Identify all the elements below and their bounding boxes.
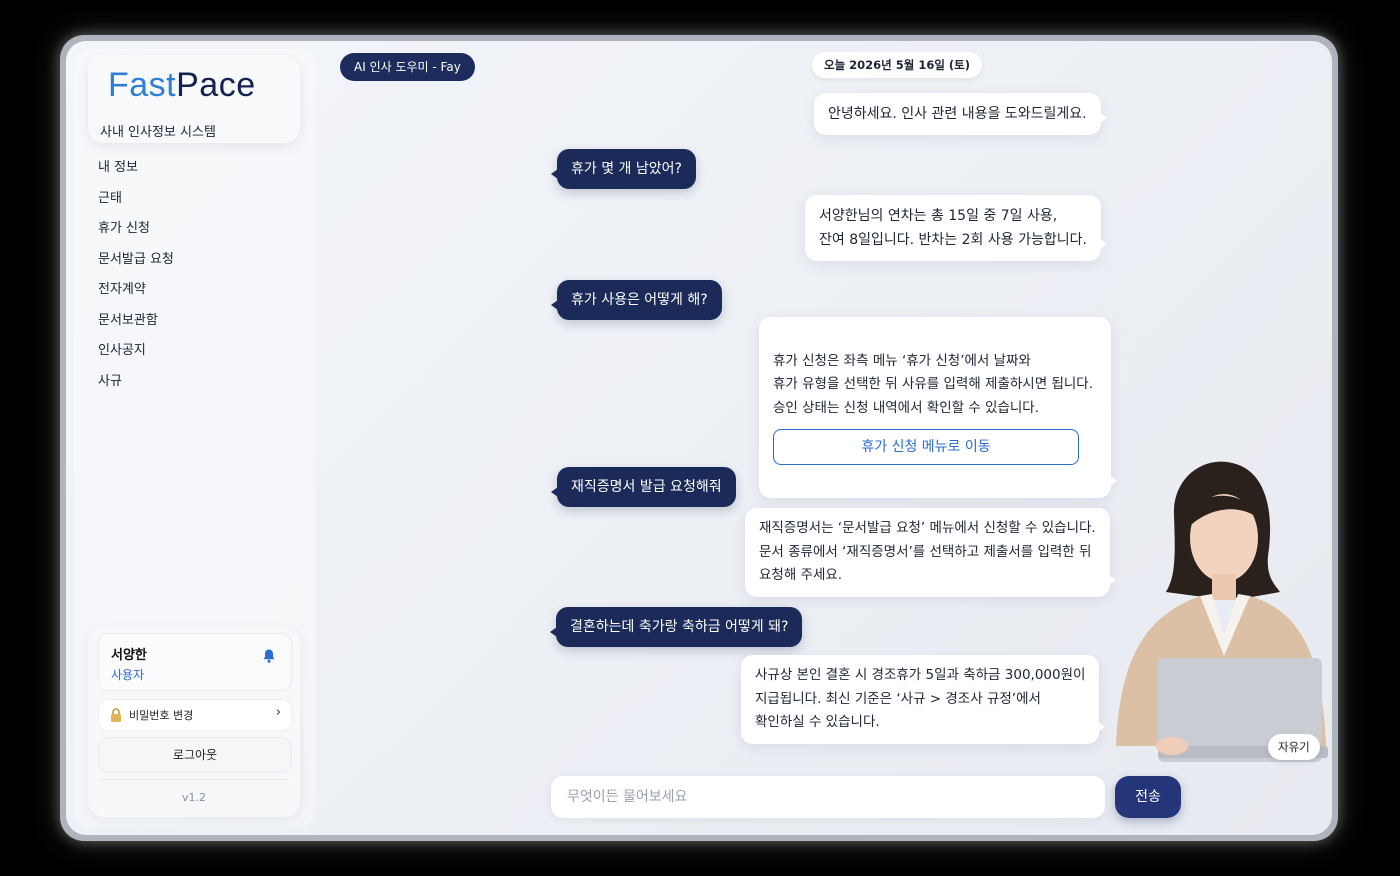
sidebar-item-company-rules[interactable]: 사규 <box>98 367 174 398</box>
version-label: v1.2 <box>181 791 206 804</box>
app-screen: FastPace 사내 인사정보 시스템 내 정보 근태 휴가 신청 문서발급 … <box>66 41 1332 835</box>
logo[interactable]: FastPace <box>108 65 256 105</box>
bot-message: 사규상 본인 결혼 시 경조휴가 5일과 축하금 300,000원이 지급됩니다… <box>741 655 1106 744</box>
bot-message: 안녕하세요. 인사 관련 내용을 도와드릴게요. <box>814 93 1107 135</box>
user-card: 서양한 사용자 비밀번호 변경 › 로그아웃 v1.2 <box>88 627 300 817</box>
avatar-name-badge: 자유기 <box>1268 734 1320 760</box>
logout-button[interactable]: 로그아웃 <box>98 737 292 773</box>
assistant-avatar <box>1116 461 1328 762</box>
brand-card: FastPace 사내 인사정보 시스템 <box>88 55 300 143</box>
bell-icon[interactable] <box>261 648 277 664</box>
user-role: 사용자 <box>111 668 145 682</box>
divider <box>98 779 290 780</box>
sidebar-item-document-archive[interactable]: 문서보관함 <box>98 306 174 337</box>
assistant-badge: AI 인사 도우미 - Fay <box>340 53 475 81</box>
chat-input[interactable] <box>551 776 1103 818</box>
chat-input-box <box>551 776 1105 818</box>
bot-message: 재직증명서는 ‘문서발급 요청’ 메뉴에서 신청할 수 있습니다. 문서 종류에… <box>745 508 1116 597</box>
change-password-label: 비밀번호 변경 <box>129 709 194 722</box>
send-button[interactable]: 전송 <box>1115 776 1181 818</box>
brand-subtitle: 사내 인사정보 시스템 <box>100 125 216 140</box>
chevron-right-icon: › <box>275 705 281 720</box>
sidebar-item-attendance[interactable]: 근태 <box>98 184 174 215</box>
sidebar: FastPace 사내 인사정보 시스템 내 정보 근태 휴가 신청 문서발급 … <box>74 49 316 827</box>
bot-message-with-action: 휴가 신청은 좌측 메뉴 ‘휴가 신청’에서 날짜와 휴가 유형을 선택한 뒤 … <box>759 317 1117 498</box>
bot-message: 서양한님의 연차는 총 15일 중 7일 사용, 잔여 8일입니다. 반차는 2… <box>805 195 1107 261</box>
user-message: 결혼하는데 축가랑 축하금 어떻게 돼? <box>549 607 803 647</box>
lock-icon <box>111 708 121 722</box>
user-name: 서양한 <box>111 648 147 663</box>
user-message: 휴가 사용은 어떻게 해? <box>551 280 722 320</box>
bot-message-text: 휴가 신청은 좌측 메뉴 ‘휴가 신청’에서 날짜와 휴가 유형을 선택한 뒤 … <box>773 352 1093 416</box>
user-message: 재직증명서 발급 요청해줘 <box>551 467 736 507</box>
user-profile: 서양한 사용자 <box>98 633 292 691</box>
user-message: 휴가 몇 개 남았어? <box>551 149 696 189</box>
sidebar-item-document-request[interactable]: 문서발급 요청 <box>98 245 174 276</box>
logo-part-pace: Pace <box>176 66 256 104</box>
date-badge: 오늘 2026년 5월 16일 (토) <box>812 52 983 78</box>
sidebar-item-my-info[interactable]: 내 정보 <box>98 153 174 184</box>
logo-part-fast: Fast <box>108 66 177 104</box>
go-to-leave-request-button[interactable]: 휴가 신청 메뉴로 이동 <box>773 429 1079 465</box>
sidebar-item-e-contract[interactable]: 전자계약 <box>98 275 174 306</box>
sidebar-item-hr-notice[interactable]: 인사공지 <box>98 336 174 367</box>
sidebar-nav: 내 정보 근태 휴가 신청 문서발급 요청 전자계약 문서보관함 인사공지 사규 <box>98 153 174 397</box>
change-password-button[interactable]: 비밀번호 변경 › <box>98 699 292 731</box>
sidebar-item-leave-request[interactable]: 휴가 신청 <box>98 214 174 245</box>
